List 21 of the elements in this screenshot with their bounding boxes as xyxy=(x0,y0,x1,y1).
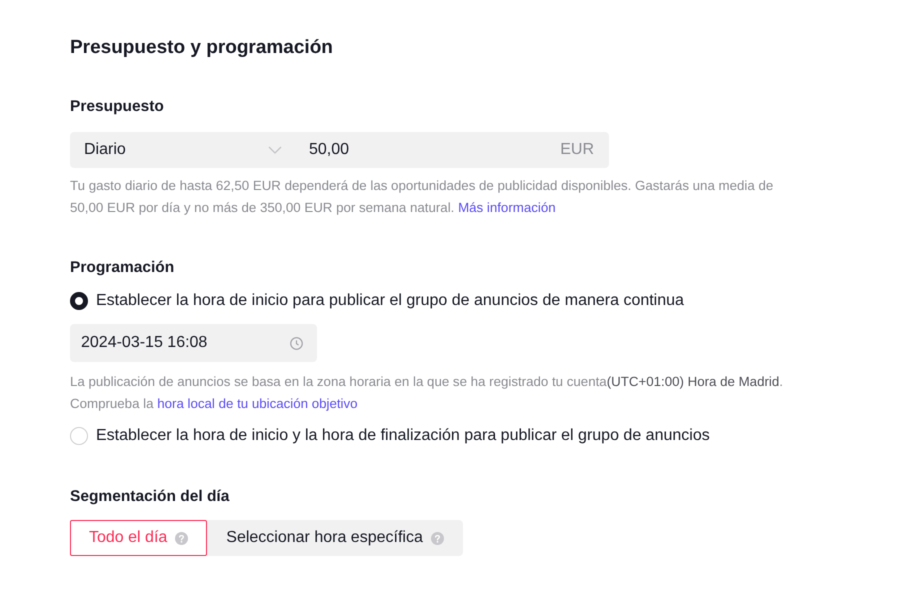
budget-help-text: Tu gasto diario de hasta 62,50 EUR dependerá de las oportunidades de publicidad disponibles. Gastarás una media de 50,00 EUR por día y no más de 350,00 EUR por semana natural. Más información xyxy=(70,177,774,217)
radio-button[interactable] xyxy=(70,292,88,310)
help-icon[interactable] xyxy=(175,532,188,544)
more-info-link[interactable]: Más información xyxy=(458,200,556,215)
chevron-down-icon xyxy=(268,146,282,154)
day-parting-label: Segmentación del día xyxy=(70,487,230,507)
clock-icon xyxy=(290,336,303,350)
radio-option-label[interactable]: Establecer la hora de inicio y la hora de finalización para publicar el grupo de anuncios xyxy=(96,425,710,447)
budget-label: Presupuesto xyxy=(70,97,165,117)
day-parting-tab[interactable]: Todo el día xyxy=(70,520,208,556)
section-title: Presupuesto y programación xyxy=(70,36,334,60)
local-time-link[interactable]: hora local de tu ubicación objetivo xyxy=(157,396,358,411)
budget-type-dropdown[interactable]: Diario xyxy=(70,132,290,168)
start-time-field[interactable]: 2024-03-15 16:08 xyxy=(70,324,317,362)
radio-option-label[interactable]: Establecer la hora de inicio para publicar el grupo de anuncios de manera continua xyxy=(96,290,684,312)
help-icon[interactable] xyxy=(430,532,444,544)
timezone-note: La publicación de anuncios se basa en la zona horaria en la que se ha registrado tu cuenta(UTC+01:00) Hora de Madrid. Comprueba la hora local de tu ubicación objetivo xyxy=(70,373,784,413)
schedule-label: Programación xyxy=(70,258,176,278)
amount-field[interactable]: 50,00 EUR xyxy=(290,132,609,168)
day-parting-tab[interactable]: Seleccionar hora específica xyxy=(207,520,463,556)
currency-label: EUR xyxy=(560,141,594,159)
